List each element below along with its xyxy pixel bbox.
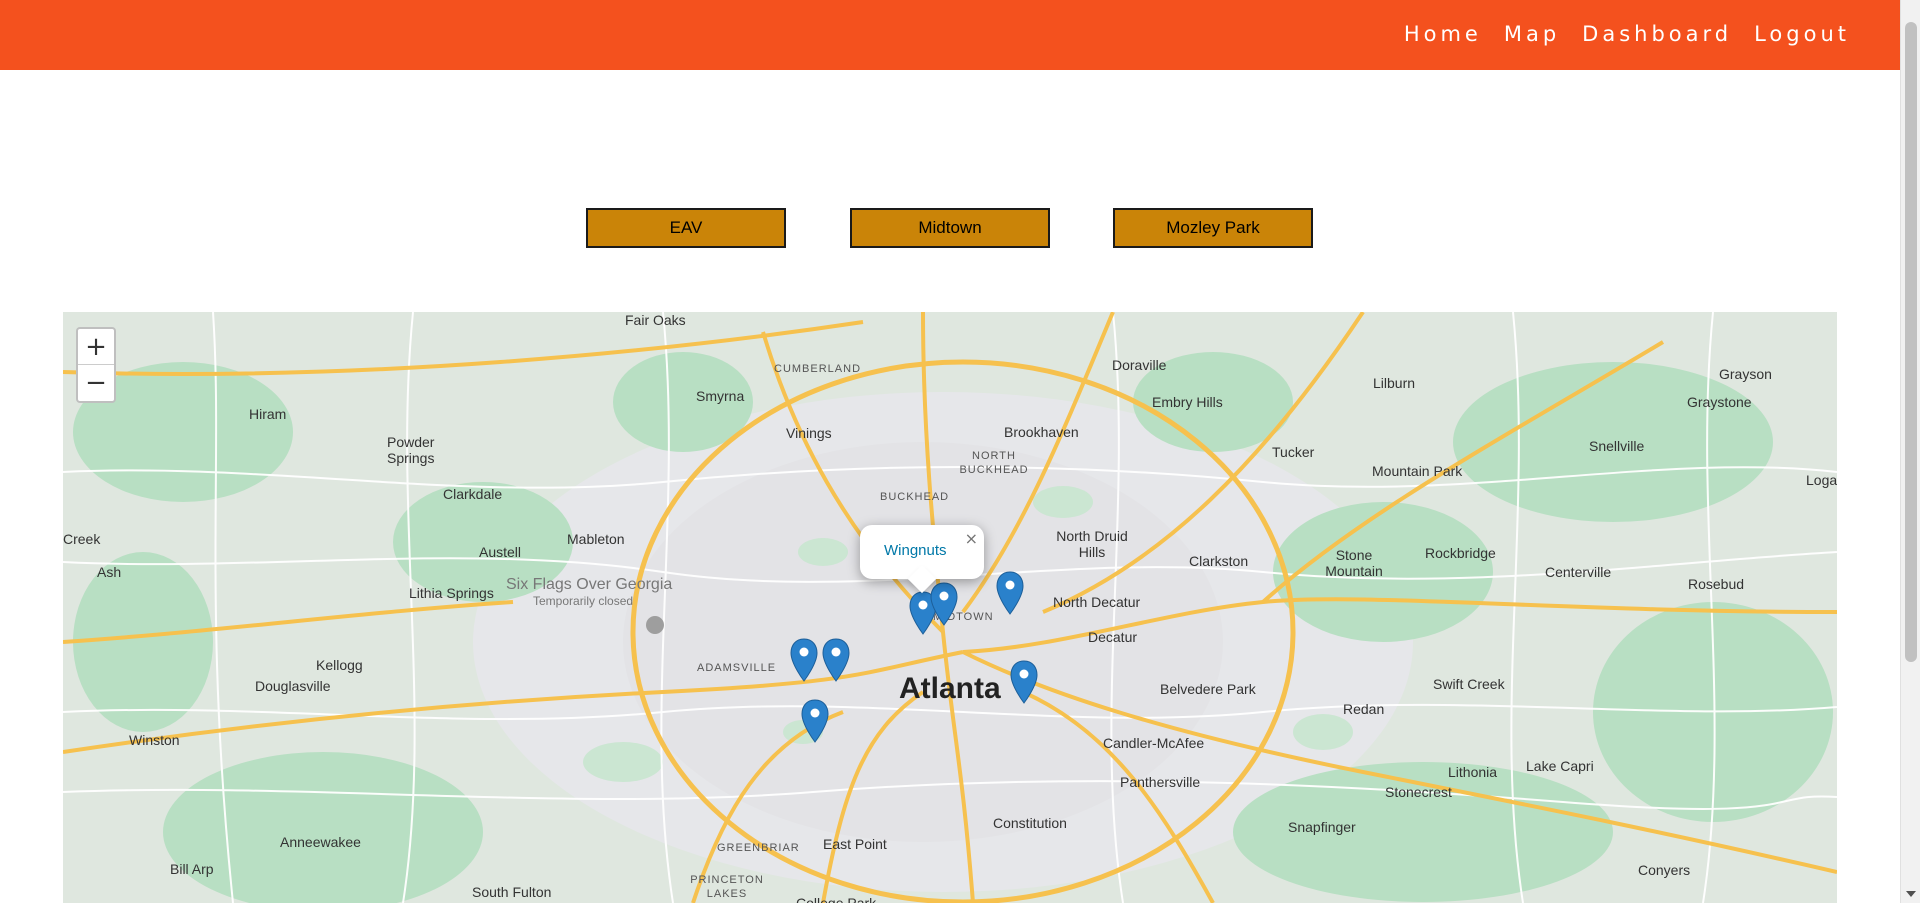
map-label: Lithonia xyxy=(1448,764,1498,780)
map-label: Vinings xyxy=(786,425,832,441)
top-nav-bar: Home Map Dashboard Logout xyxy=(0,0,1900,70)
popup-location-name[interactable]: Wingnuts xyxy=(884,542,947,559)
map-label: Creek xyxy=(63,531,101,547)
map-label: Smyrna xyxy=(696,388,745,404)
map-label: East Point xyxy=(823,836,887,852)
map-label: Rockbridge xyxy=(1425,545,1496,561)
map-label: BUCKHEAD xyxy=(880,491,950,503)
zoom-control: + − xyxy=(76,327,116,403)
map-label: Belvedere Park xyxy=(1160,681,1256,697)
map-marker[interactable] xyxy=(789,637,819,683)
map-label: Anneewakee xyxy=(280,834,361,850)
map-marker[interactable] xyxy=(995,570,1025,616)
map-label: Atlanta xyxy=(899,672,1001,705)
page-scrollbar[interactable] xyxy=(1900,0,1920,903)
map-label: North Druid Hills xyxy=(1056,528,1128,560)
scroll-down-arrow-icon[interactable] xyxy=(1906,891,1916,897)
map-label: Embry Hills xyxy=(1152,394,1223,410)
map-label: Mountain Park xyxy=(1372,463,1463,479)
map-label: Centerville xyxy=(1545,564,1612,580)
map-label: Redan xyxy=(1343,701,1385,717)
map-marker[interactable] xyxy=(929,581,959,627)
map-label: CUMBERLAND xyxy=(774,363,862,375)
map-label: Decatur xyxy=(1088,629,1138,645)
map-label: North Decatur xyxy=(1053,594,1141,610)
map-marker[interactable] xyxy=(1009,659,1039,705)
map-label: Austell xyxy=(479,544,522,560)
map-label: Loga xyxy=(1806,472,1837,488)
zoom-in-button[interactable]: + xyxy=(78,329,114,365)
map-label: Conyers xyxy=(1638,862,1691,878)
map-label: Snapfinger xyxy=(1288,819,1356,835)
map-label: Snellville xyxy=(1589,438,1645,454)
map-label: Doraville xyxy=(1112,357,1167,373)
map-label: Clarkdale xyxy=(443,486,503,502)
map-label: Winston xyxy=(129,732,180,748)
nav-logout-link[interactable]: Logout xyxy=(1754,22,1850,46)
map-label: Hiram xyxy=(249,406,287,422)
map-label: Stonecrest xyxy=(1385,784,1452,800)
map-label: Constitution xyxy=(993,815,1067,831)
eav-button[interactable]: EAV xyxy=(586,208,786,248)
map-label: Lithia Springs xyxy=(409,585,494,601)
map-label: Kellogg xyxy=(316,657,363,673)
map-label: Douglasville xyxy=(255,678,331,694)
marker-popup: Wingnuts × xyxy=(860,525,984,594)
map-label: PRINCETON LAKES xyxy=(690,874,764,900)
map-label: Stone Mountain xyxy=(1325,547,1383,579)
main-nav: Home Map Dashboard Logout xyxy=(1404,22,1850,46)
map-label: ADAMSVILLE xyxy=(697,662,777,674)
zoom-out-button[interactable]: − xyxy=(78,365,114,401)
popup-close-icon[interactable]: × xyxy=(965,529,978,548)
map-label: Tucker xyxy=(1272,444,1315,460)
nav-dashboard-link[interactable]: Dashboard xyxy=(1582,22,1732,46)
map-label: Ash xyxy=(97,564,122,580)
map-label: Fair Oaks xyxy=(625,312,686,328)
map-label: Panthersville xyxy=(1120,774,1201,790)
map-label: Swift Creek xyxy=(1433,676,1505,692)
map-label: Rosebud xyxy=(1688,576,1745,592)
map-view[interactable]: + − Fair Oaks CUMBERLAND Doraville Grays… xyxy=(63,312,1837,903)
nav-map-link[interactable]: Map xyxy=(1504,22,1560,46)
map-label: GREENBRIAR xyxy=(717,842,800,854)
map-label: Six Flags Over Georgia xyxy=(506,576,673,593)
map-label: Powder Springs xyxy=(387,434,435,466)
scrollbar-thumb[interactable] xyxy=(1905,22,1917,662)
map-marker[interactable] xyxy=(821,637,851,683)
map-label: South Fulton xyxy=(472,884,552,900)
map-label: Lake Capri xyxy=(1526,758,1594,774)
map-label: Grayson xyxy=(1719,366,1772,382)
map-label: Bill Arp xyxy=(170,861,214,877)
map-label: Candler-McAfee xyxy=(1103,735,1205,751)
map-label: Brookhaven xyxy=(1004,424,1079,440)
area-button-row: EAV Midtown Mozley Park xyxy=(0,208,1900,248)
map-label: Lilburn xyxy=(1373,375,1416,391)
mozley-park-button[interactable]: Mozley Park xyxy=(1113,208,1313,248)
nav-home-link[interactable]: Home xyxy=(1404,22,1482,46)
map-label: Clarkston xyxy=(1189,553,1249,569)
midtown-button[interactable]: Midtown xyxy=(850,208,1050,248)
map-label: College Park xyxy=(796,895,877,903)
map-label: Temporarily closed xyxy=(533,594,634,608)
map-marker[interactable] xyxy=(800,698,830,744)
map-label: NORTH BUCKHEAD xyxy=(959,450,1029,476)
map-label: Mableton xyxy=(567,531,625,547)
map-label: Graystone xyxy=(1687,394,1752,410)
